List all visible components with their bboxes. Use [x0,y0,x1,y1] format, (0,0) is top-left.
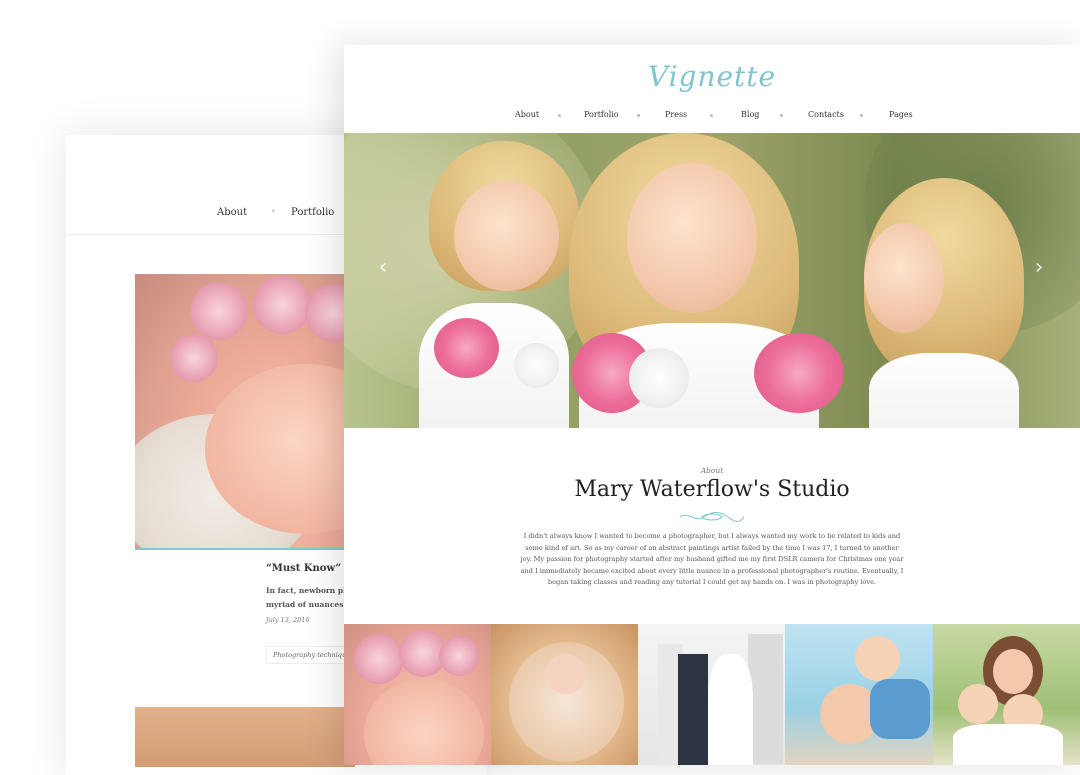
chevron-left-icon[interactable]: ‹ [373,257,393,279]
post-excerpt-line: myriad of nuances it ha [266,600,356,609]
hero-slider[interactable]: ‹ › [344,133,1080,428]
child-face-shape [855,636,900,681]
back-nav: About • Portfolio [66,205,366,225]
flower-shape [253,276,311,334]
about-text: I didn't always know I wanted to become … [520,532,904,587]
nav-separator [637,114,640,117]
gallery-item-mother-child[interactable] [785,624,933,765]
back-nav-portfolio[interactable]: Portfolio [291,207,334,218]
back-nav-separator: • [271,207,276,216]
flower-shape [190,282,248,340]
bouquet-right [754,333,844,413]
flower-shape [439,636,479,676]
site-logo[interactable]: Vignette [344,60,1080,93]
nav-portfolio[interactable]: Portfolio [584,110,619,119]
white-flowers [629,348,689,408]
child-face-shape [958,684,998,724]
nav-separator [710,114,713,117]
about-kicker: About [700,466,724,475]
back-nav-about[interactable]: About [217,207,247,218]
nav-about[interactable]: About [515,110,539,119]
nav-pages[interactable]: Pages [889,110,913,119]
nav-contacts[interactable]: Contacts [808,110,844,119]
mother-face [627,163,757,313]
gallery-item-wedding[interactable] [638,624,785,765]
girl-left-face [454,181,559,291]
nav-separator [780,114,783,117]
girl-right-face [864,223,944,333]
chevron-right-icon[interactable]: › [1029,257,1049,279]
gallery-item-newborn-flowers[interactable] [344,624,491,765]
girl-right-dress [869,353,1019,428]
gallery-strip [344,624,1080,765]
nav-separator [558,114,561,117]
front-page-preview: Vignette About Portfolio Press Blog Cont… [344,45,1080,765]
baby-face-shape [546,654,586,694]
post-excerpt: In fact, newborn photo myriad of nuances… [266,584,356,612]
nav-separator [860,114,863,117]
ornament-divider-icon [679,512,745,522]
main-nav: About Portfolio Press Blog Contacts Page… [344,110,1080,126]
family-clothes-shape [953,724,1063,765]
post-excerpt-line: In fact, newborn photo [266,586,356,595]
bouquet-left [434,318,499,378]
mother-face-shape [993,649,1033,694]
child-outfit-shape [870,679,930,739]
back-header-divider [66,234,356,235]
nav-blog[interactable]: Blog [741,110,759,119]
nav-press[interactable]: Press [665,110,687,119]
bride-shape [708,654,753,765]
about-title: Mary Waterflow's Studio [574,477,850,502]
gallery-item-newborn-basket[interactable] [491,624,638,765]
flower-shape [170,334,218,382]
second-post-photo[interactable] [135,707,355,767]
gallery-item-family[interactable] [933,624,1080,765]
column-shape [748,634,783,764]
white-flowers [514,343,559,388]
post-date: July 13, 2016 [266,616,310,624]
newborn-photo[interactable] [135,274,365,550]
baby-face-shape [364,679,484,765]
flower-shape [354,634,404,684]
groom-shape [678,654,708,765]
